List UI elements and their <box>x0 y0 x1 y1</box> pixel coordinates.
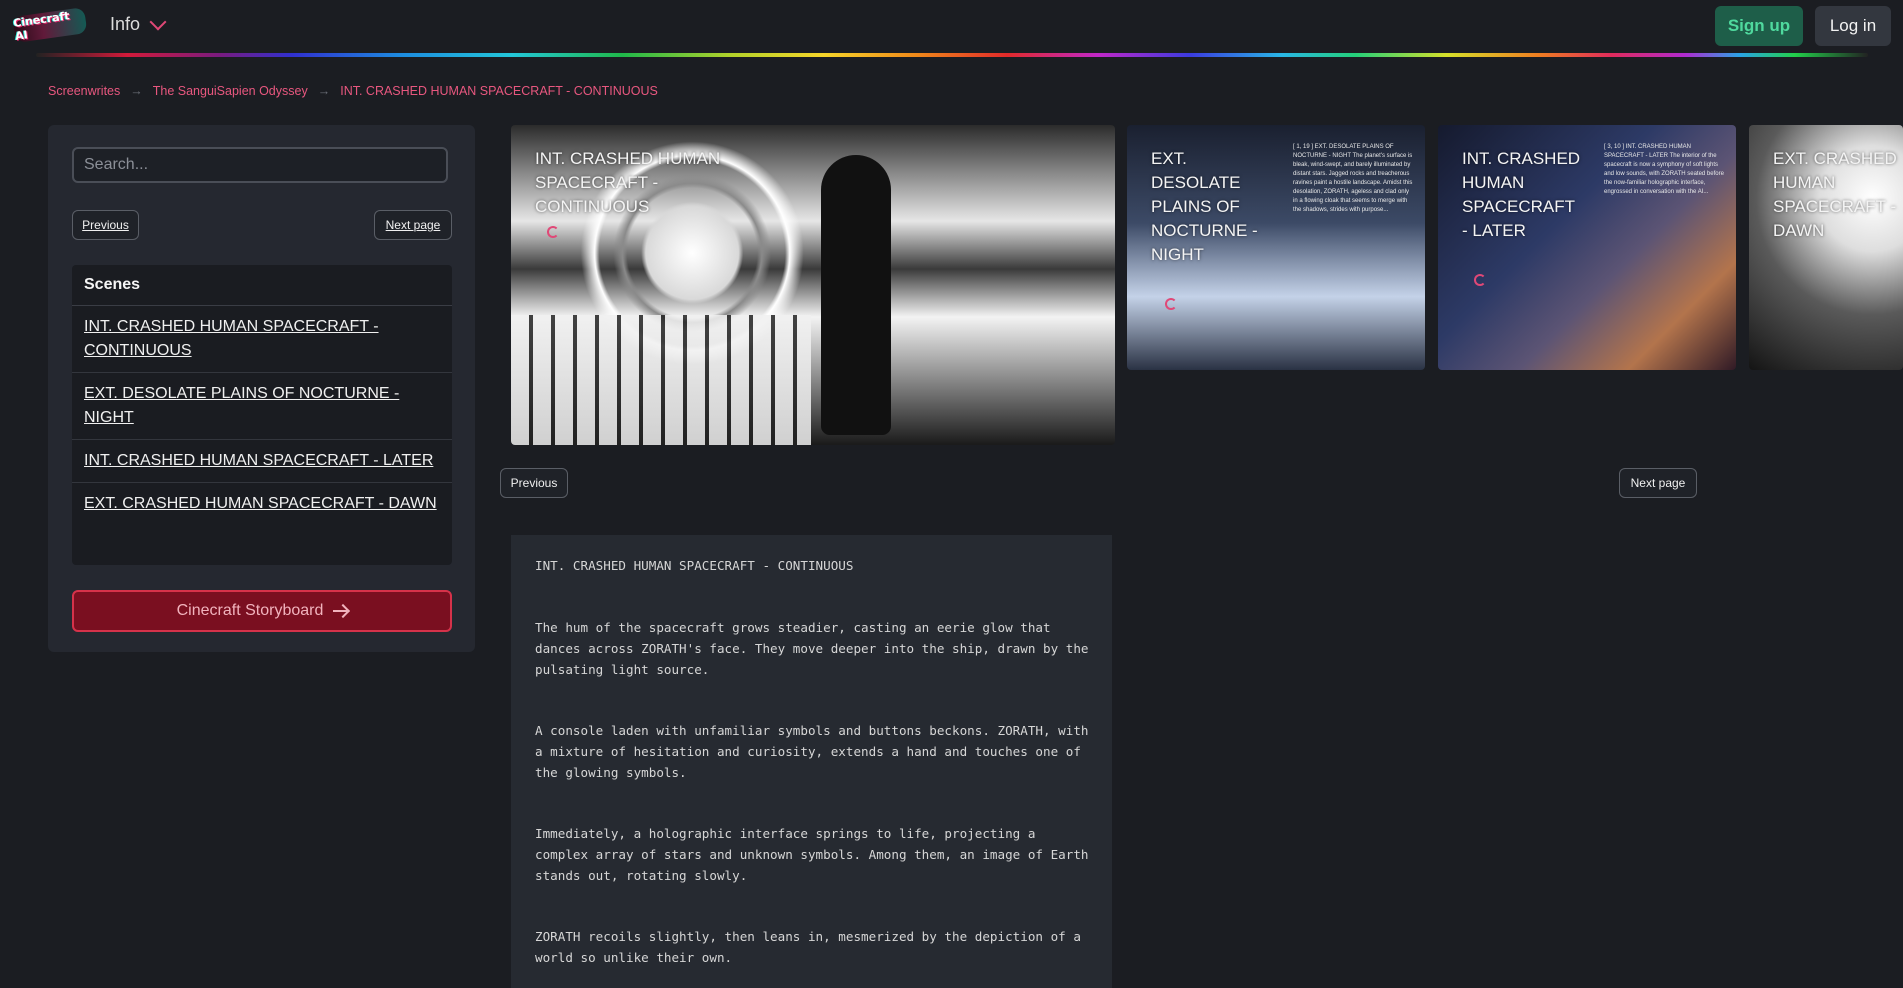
scene-image-card-3[interactable]: INT. CRASHED HUMAN SPACECRAFT - LATER [ … <box>1438 125 1736 370</box>
scene-link-2[interactable]: EXT. DESOLATE PLAINS OF NOCTURNE - NIGHT <box>72 373 452 440</box>
scene-link-4[interactable]: EXT. CRASHED HUMAN SPACECRAFT - DAWN <box>72 483 452 525</box>
login-button[interactable]: Log in <box>1815 6 1891 46</box>
breadcrumb-screenwrites[interactable]: Screenwrites <box>48 84 120 98</box>
alien-figure-illustration <box>821 155 891 435</box>
info-label: Info <box>110 14 141 34</box>
card-title: INT. CRASHED HUMAN SPACECRAFT - LATER <box>1462 149 1581 240</box>
breadcrumb-current: INT. CRASHED HUMAN SPACECRAFT - CONTINUO… <box>340 84 658 98</box>
scene-link-3[interactable]: INT. CRASHED HUMAN SPACECRAFT - LATER <box>72 440 452 483</box>
sidebar-next-page-button[interactable]: Next page <box>374 210 452 240</box>
gallery-next-page-button[interactable]: Next page <box>1619 468 1697 498</box>
screenplay-text-panel: INT. CRASHED HUMAN SPACECRAFT - CONTINUO… <box>511 535 1112 988</box>
signup-button[interactable]: Sign up <box>1715 6 1803 46</box>
scene-sidebar: Previous Next page Scenes INT. CRASHED H… <box>48 125 475 652</box>
storyboard-label: Cinecraft Storyboard <box>176 602 324 619</box>
console-illustration <box>511 315 811 445</box>
script-paragraph: ZORATH recoils slightly, then leans in, … <box>535 929 1081 965</box>
breadcrumb-separator: → <box>130 84 143 98</box>
scene-image-card-1[interactable]: INT. CRASHED HUMAN SPACECRAFT - CONTINUO… <box>511 125 1115 445</box>
breadcrumb-separator: → <box>317 84 331 98</box>
cinecraft-storyboard-button[interactable]: Cinecraft Storyboard <box>72 590 452 632</box>
top-navbar: Cinecraft AI Info Sign up Log in <box>0 0 1903 52</box>
scene-heading: INT. CRASHED HUMAN SPACECRAFT - CONTINUO… <box>535 558 854 573</box>
card-title: EXT. CRASHED HUMAN SPACECRAFT - DAWN <box>1773 149 1897 240</box>
scenes-list: Scenes INT. CRASHED HUMAN SPACECRAFT - C… <box>72 265 452 565</box>
info-dropdown[interactable]: Info <box>110 13 167 35</box>
search-input[interactable] <box>72 147 448 183</box>
card-title: INT. CRASHED HUMAN SPACECRAFT - CONTINUO… <box>535 149 721 216</box>
script-paragraph: The hum of the spacecraft grows steadier… <box>535 620 1089 677</box>
scenes-heading: Scenes <box>72 265 452 306</box>
sidebar-previous-button[interactable]: Previous <box>72 210 139 240</box>
gallery-previous-button[interactable]: Previous <box>500 468 568 498</box>
refresh-icon[interactable] <box>547 226 559 238</box>
script-paragraph: Immediately, a holographic interface spr… <box>535 826 1089 883</box>
arrow-right-icon <box>333 610 348 612</box>
logo-text: Cinecraft AI <box>12 9 71 43</box>
card-description: [ 1, 19 ] EXT. DESOLATE PLAINS OF NOCTUR… <box>1293 144 1413 213</box>
breadcrumb-project[interactable]: The SanguiSapien Odyssey <box>153 84 308 98</box>
scene-image-card-2[interactable]: EXT. DESOLATE PLAINS OF NOCTURNE - NIGHT… <box>1127 125 1425 370</box>
card-description: [ 3, 10 ] INT. CRASHED HUMAN SPACECRAFT … <box>1604 144 1724 195</box>
card-title: EXT. DESOLATE PLAINS OF NOCTURNE - NIGHT <box>1151 149 1258 264</box>
scene-link-1[interactable]: INT. CRASHED HUMAN SPACECRAFT - CONTINUO… <box>72 306 452 373</box>
refresh-icon[interactable] <box>1474 274 1486 286</box>
breadcrumb: Screenwrites → The SanguiSapien Odyssey … <box>48 84 658 98</box>
script-paragraph: A console laden with unfamiliar symbols … <box>535 723 1089 780</box>
rainbow-divider <box>36 53 1868 57</box>
refresh-icon[interactable] <box>1165 298 1177 310</box>
chevron-down-icon <box>149 13 167 31</box>
cinecraft-logo[interactable]: Cinecraft AI <box>12 7 88 43</box>
scene-image-card-4[interactable]: EXT. CRASHED HUMAN SPACECRAFT - DAWN <box>1749 125 1903 370</box>
